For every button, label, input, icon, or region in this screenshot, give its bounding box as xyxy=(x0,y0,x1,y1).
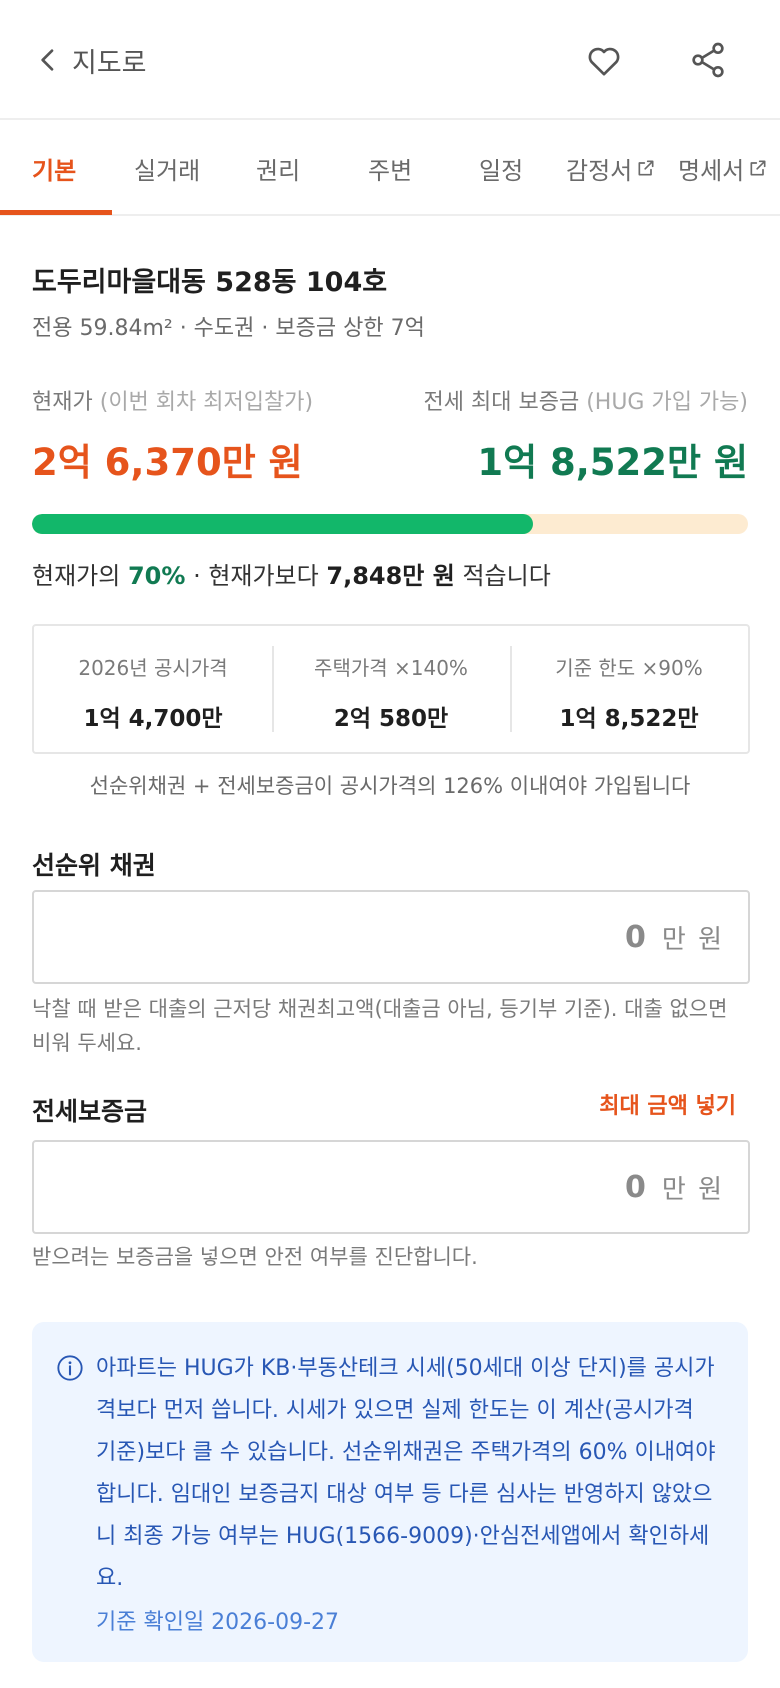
fill-max-amount-button[interactable]: 최대 금액 넣기 xyxy=(599,1088,736,1120)
senior-claim-input[interactable] xyxy=(245,919,646,955)
ratio-progress-bar xyxy=(32,514,748,534)
tab-schedule[interactable]: 일정 xyxy=(479,120,523,216)
info-box: 아파트는 HUG가 KB·부동산테크 시세(50세대 이상 단지)를 공시가격보… xyxy=(32,1322,748,1662)
senior-claim-unit: 만 원 xyxy=(661,924,724,955)
price-breakdown: 2026년 공시가격 1억 4,700만 주택가격 ×140% 2억 580만 … xyxy=(32,624,750,754)
top-bar: 지도로 xyxy=(0,0,780,120)
chevron-left-icon xyxy=(41,49,54,71)
ratio-diff: 7,848만 원 xyxy=(326,562,455,590)
senior-claim-label: 선순위 채권 xyxy=(32,851,156,880)
max-deposit-value: 1억 8,522만 원 xyxy=(477,441,748,484)
info-text: 아파트는 HUG가 KB·부동산테크 시세(50세대 이상 단지)를 공시가격보… xyxy=(96,1356,716,1591)
tab-rights[interactable]: 권리 xyxy=(256,120,300,216)
stat-house-price: 주택가격 ×140% 2억 580만 xyxy=(272,626,510,752)
ratio-progress-fill xyxy=(32,514,534,534)
ratio-summary: 현재가의 70% · 현재가보다 7,848만 원 적습니다 xyxy=(32,562,551,590)
deposit-field: 만 원 xyxy=(32,1140,750,1234)
senior-claim-field: 만 원 xyxy=(32,890,750,984)
max-deposit-label: 전세 최대 보증금 (HUG 가입 가능) xyxy=(423,390,748,415)
info-date: 기준 확인일 2026-09-27 xyxy=(96,1610,340,1635)
external-link-icon xyxy=(750,160,766,176)
current-price-value: 2억 6,370만 원 xyxy=(32,441,303,484)
property-title: 도두리마을대동 528동 104호 xyxy=(32,267,388,298)
deposit-unit: 만 원 xyxy=(661,1174,724,1205)
stat-limit: 기준 한도 ×90% 1억 8,522만 xyxy=(510,626,748,752)
eligibility-note: 선순위채권 + 전세보증금이 공시가격의 126% 이내여야 가입됩니다 xyxy=(89,774,691,798)
back-button[interactable]: 지도로 xyxy=(32,36,147,84)
deposit-label: 전세보증금 xyxy=(32,1097,148,1126)
back-label: 지도로 xyxy=(72,47,147,79)
current-price-label: 현재가 (이번 회차 최저입찰가) xyxy=(32,390,314,415)
external-link-icon xyxy=(638,160,654,176)
tab-transactions[interactable]: 실거래 xyxy=(134,120,200,216)
senior-claim-hint: 낙찰 때 받은 대출의 근저당 채권최고액(대출금 아님, 등기부 기준). 대… xyxy=(32,997,728,1055)
deposit-hint: 받으려는 보증금을 넣으면 안전 여부를 진단합니다. xyxy=(32,1245,478,1269)
tab-bar: 기본 실거래 권리 주변 일정 감정서 명세서 xyxy=(0,120,780,216)
favorite-button[interactable] xyxy=(580,36,628,84)
heart-icon xyxy=(588,47,620,76)
tab-nearby[interactable]: 주변 xyxy=(368,120,412,216)
stat-official-price: 2026년 공시가격 1억 4,700만 xyxy=(78,656,228,732)
tab-statement[interactable]: 명세서 xyxy=(678,120,768,216)
info-icon xyxy=(57,1355,83,1381)
ratio-percent: 70% xyxy=(127,562,186,590)
share-button[interactable] xyxy=(684,36,732,84)
property-subtitle: 전용 59.84m² · 수도권 · 보증금 상한 7억 xyxy=(32,316,425,341)
tab-appraisal[interactable]: 감정서 xyxy=(566,120,656,216)
share-icon xyxy=(692,42,724,78)
active-tab-indicator xyxy=(0,210,112,215)
deposit-input[interactable] xyxy=(245,1169,646,1205)
tab-basic[interactable]: 기본 xyxy=(32,120,76,216)
